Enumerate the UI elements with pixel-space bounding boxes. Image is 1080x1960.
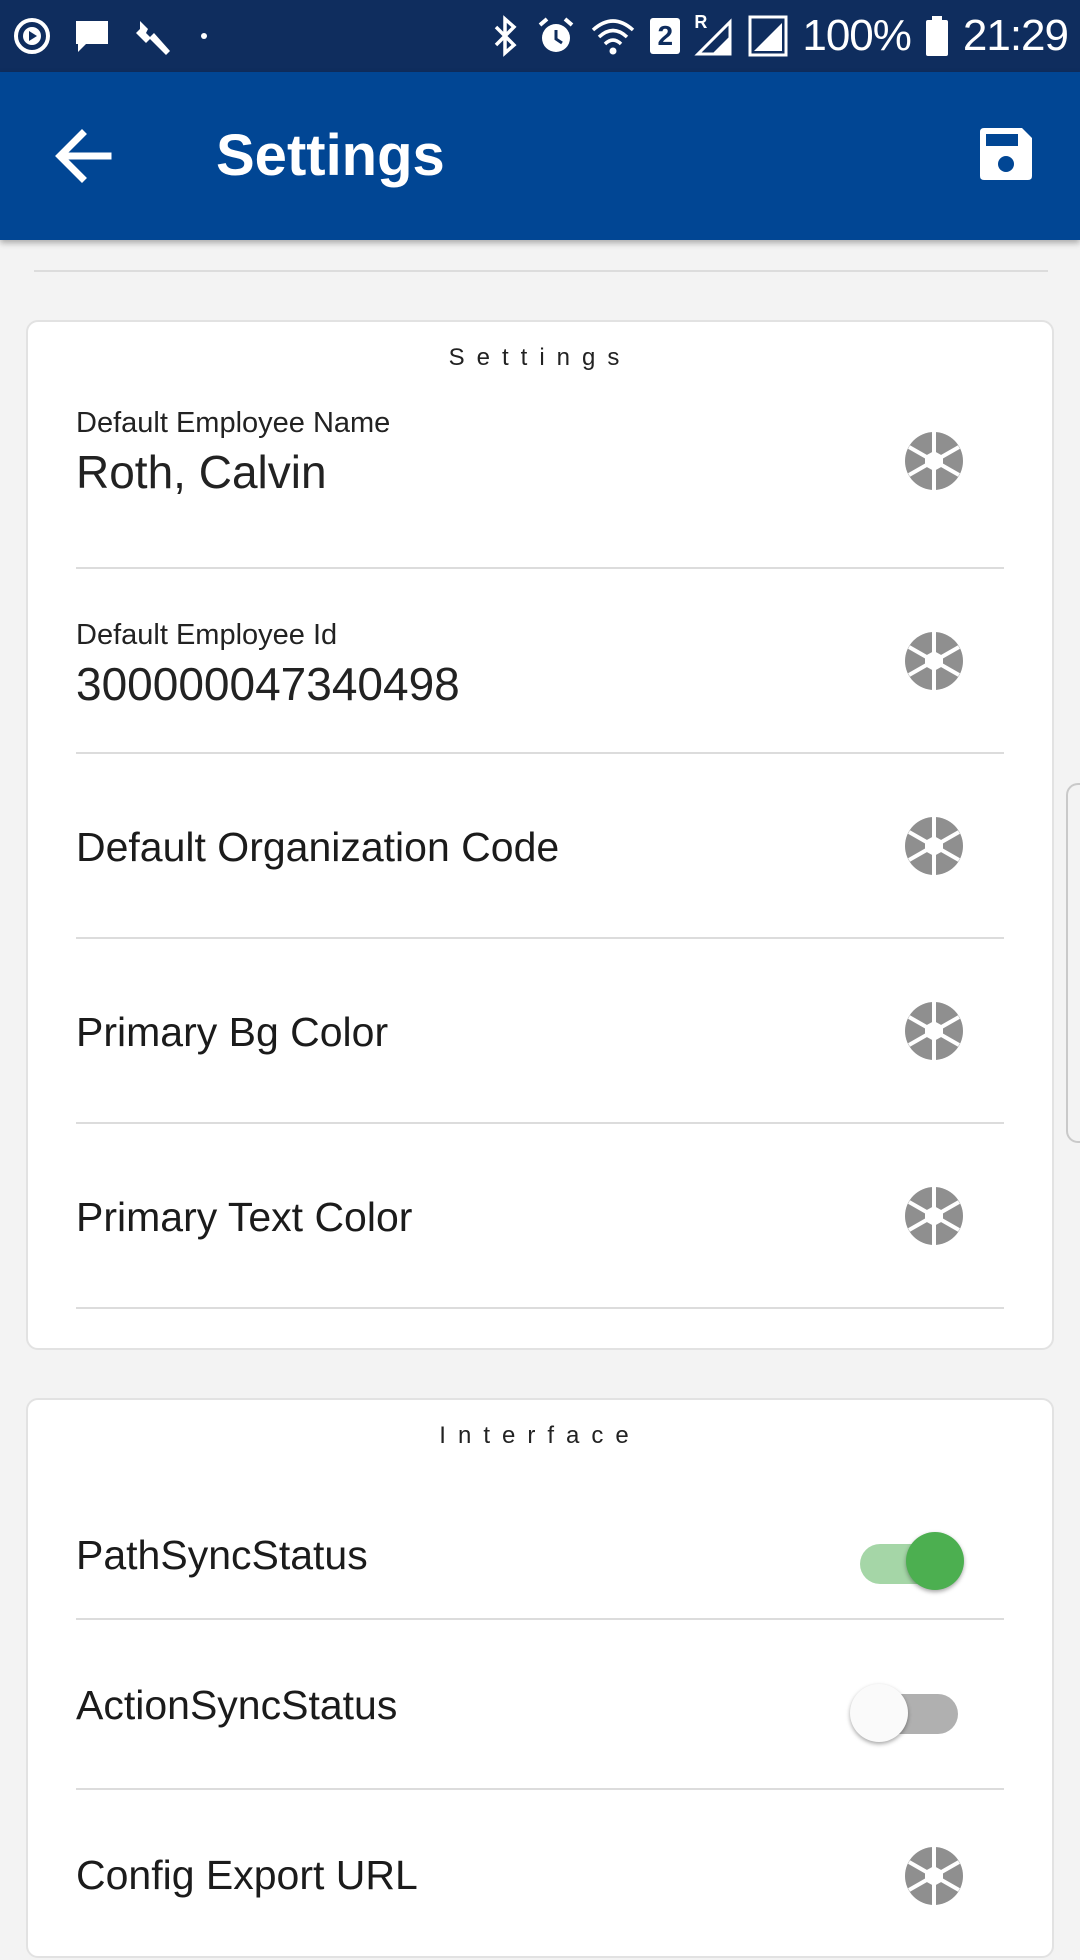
setting-row-config-export-url[interactable]: Config Export URL	[76, 1790, 1004, 1960]
back-button[interactable]	[52, 124, 116, 188]
signal-icon	[748, 15, 788, 57]
action-sync-toggle[interactable]	[850, 1684, 964, 1742]
setting-row-path-sync-status: PathSyncStatus	[76, 1470, 1004, 1620]
card-title: Settings	[448, 344, 632, 371]
alarm-icon	[539, 17, 574, 52]
setting-label: PathSyncStatus	[76, 1532, 368, 1578]
setting-value: Roth, Calvin	[76, 446, 327, 498]
setting-label: Default Organization Code	[76, 824, 560, 870]
battery-icon	[925, 16, 948, 56]
message-icon	[76, 21, 108, 52]
card-title: Interface	[439, 1422, 641, 1449]
interface-card: Interface PathSyncStatus ActionSyncStatu…	[26, 1398, 1054, 1958]
setting-row-primary-bg-color[interactable]: Primary Bg Color	[76, 939, 1004, 1124]
setting-label: Primary Text Color	[76, 1194, 413, 1240]
setting-label: Config Export URL	[76, 1852, 418, 1898]
setting-row-action-sync-status: ActionSyncStatus	[76, 1620, 1004, 1790]
setting-label: Primary Bg Color	[76, 1009, 389, 1055]
floppy-disk-icon	[980, 128, 1032, 180]
app-bar: Settings	[0, 72, 1080, 240]
arrow-left-icon	[55, 129, 112, 183]
toggle-thumb	[850, 1684, 908, 1742]
sim-badge-label: 2	[657, 20, 674, 51]
dot-icon	[201, 33, 207, 39]
save-button[interactable]	[976, 124, 1036, 184]
aperture-icon[interactable]	[904, 431, 964, 491]
signal-group: R	[694, 12, 734, 56]
setting-row-organization-code[interactable]: Default Organization Code	[76, 754, 1004, 939]
page-title: Settings	[216, 123, 445, 188]
setting-row-primary-text-color[interactable]: Primary Text Color	[76, 1124, 1004, 1309]
signal-icon	[694, 18, 732, 56]
aperture-icon[interactable]	[904, 631, 964, 691]
battery-percent: 100%	[802, 11, 912, 60]
aperture-icon[interactable]	[904, 816, 964, 876]
aperture-icon[interactable]	[904, 1846, 964, 1906]
aperture-icon[interactable]	[904, 1001, 964, 1061]
setting-label: ActionSyncStatus	[76, 1682, 398, 1728]
top-divider	[34, 270, 1048, 272]
setting-label: Default Employee Id	[76, 619, 338, 651]
scroll-handle[interactable]	[1066, 783, 1080, 1143]
wrench-icon	[136, 21, 170, 55]
settings-card: Settings Default Employee Name Roth, Cal…	[26, 320, 1054, 1350]
cast-icon	[14, 18, 50, 54]
toggle-thumb	[906, 1532, 964, 1590]
aperture-icon[interactable]	[904, 1186, 964, 1246]
clock: 21:29	[962, 11, 1069, 60]
setting-label: Default Employee Name	[76, 407, 391, 439]
path-sync-toggle[interactable]	[854, 1532, 964, 1590]
setting-row-employee-name[interactable]: Default Employee Name Roth, Calvin	[76, 407, 1004, 569]
bluetooth-icon	[495, 15, 517, 57]
setting-value: 300000047340498	[76, 658, 460, 710]
setting-row-employee-id[interactable]: Default Employee Id 300000047340498	[76, 569, 1004, 754]
sim-badge: 2	[650, 18, 681, 54]
status-bar: 2 R 100% 21:29	[0, 0, 1080, 72]
wifi-icon	[592, 19, 635, 55]
